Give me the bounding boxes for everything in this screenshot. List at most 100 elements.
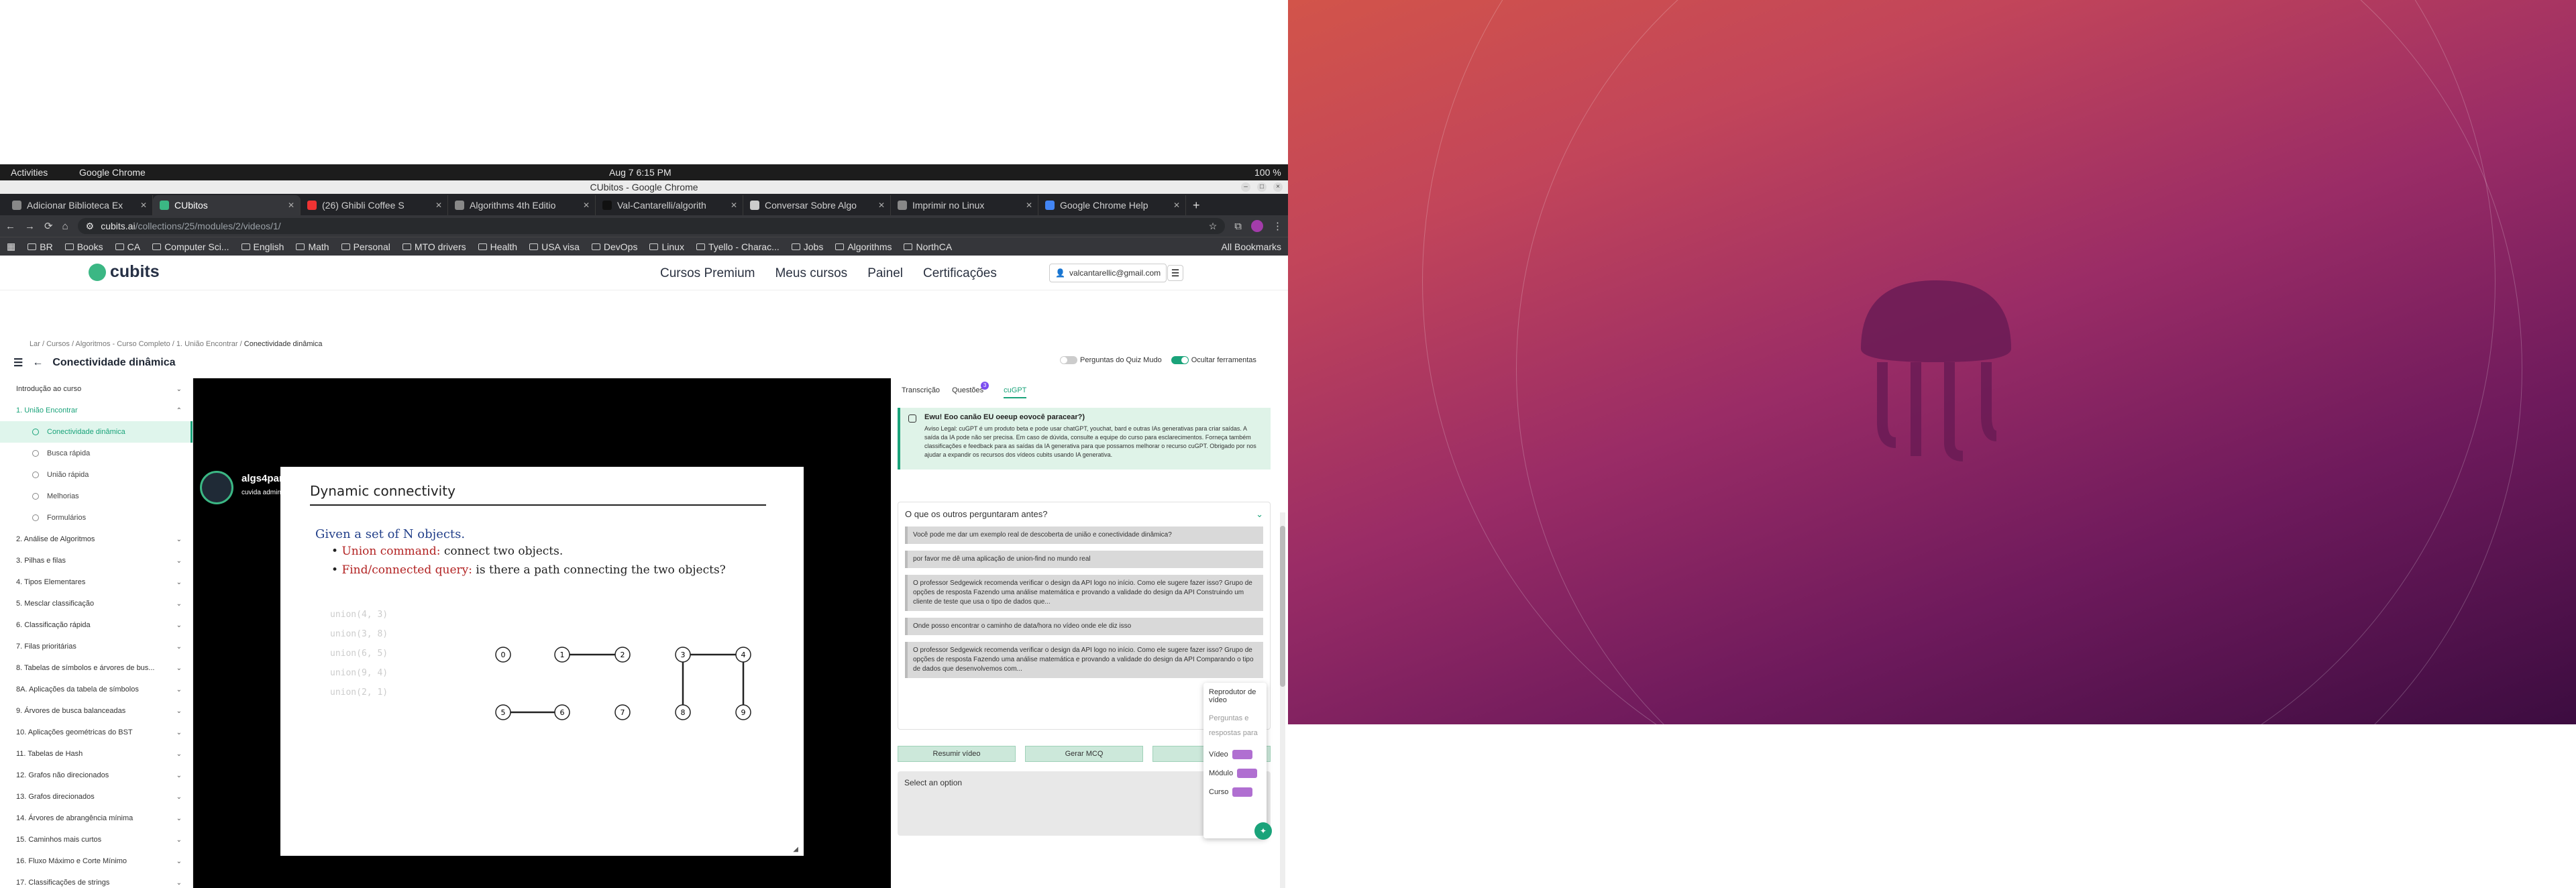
bookmark-star-icon[interactable]: ☆ [1209, 221, 1218, 232]
sidebar-module[interactable]: 8A. Aplicações da tabela de símbolos ⌄ [0, 679, 193, 700]
tab-close-icon[interactable]: ✕ [435, 201, 442, 210]
clock[interactable]: Aug 7 6:15 PM [609, 167, 672, 178]
battery-label[interactable]: 100 % [1254, 167, 1281, 178]
tab-close-icon[interactable]: ✕ [878, 201, 885, 210]
browser-tab[interactable]: Imprimir no Linux ✕ [891, 195, 1038, 215]
faq-question[interactable]: O professor Sedgewick recomenda verifica… [905, 642, 1263, 678]
home-icon[interactable]: ⌂ [62, 221, 68, 232]
bookmark-item[interactable]: CA [115, 241, 140, 252]
bookmark-item[interactable]: English [241, 241, 284, 252]
toggle-switch[interactable] [1060, 356, 1077, 365]
sidebar-module[interactable]: 11. Tabelas de Hash ⌄ [0, 743, 193, 765]
breadcrumb-home[interactable]: Lar [30, 340, 40, 348]
sidebar-module[interactable]: 8. Tabelas de símbolos e árvores de bus.… [0, 657, 193, 679]
nav-dashboard[interactable]: Painel [867, 266, 903, 281]
generate-mcq-button[interactable]: Gerar MCQ [1025, 746, 1143, 762]
sidebar-lesson[interactable]: Melhorias [0, 486, 193, 507]
bookmark-item[interactable]: DevOps [591, 241, 637, 252]
apps-icon[interactable]: ▦ [7, 241, 15, 252]
browser-tab[interactable]: (26) Ghibli Coffee S ✕ [301, 195, 448, 215]
sidebar-module[interactable]: 15. Caminhos mais curtos ⌄ [0, 829, 193, 850]
sidebar-module[interactable]: 14. Árvores de abrangência mínima ⌄ [0, 808, 193, 829]
all-bookmarks-button[interactable]: All Bookmarks [1222, 241, 1281, 252]
user-menu-button[interactable]: 👤 valcantarellic@gmail.com [1049, 264, 1167, 282]
bookmark-item[interactable]: NorthCA [904, 241, 952, 252]
breadcrumb-courses[interactable]: Cursos [46, 340, 70, 348]
tab-close-icon[interactable]: ✕ [583, 201, 590, 210]
bookmark-item[interactable]: Linux [649, 241, 684, 252]
extensions-icon[interactable]: ⧉ [1234, 221, 1242, 232]
bookmark-item[interactable]: Algorithms [835, 241, 892, 252]
chevron-down-icon[interactable]: ⌄ [1256, 509, 1263, 520]
faq-question[interactable]: O professor Sedgewick recomenda verifica… [905, 575, 1263, 611]
nav-certifications[interactable]: Certificações [923, 266, 997, 281]
bookmark-item[interactable]: USA visa [529, 241, 580, 252]
new-tab-button[interactable]: + [1186, 195, 1207, 215]
forward-icon[interactable]: → [25, 221, 35, 232]
sidebar-module[interactable]: 3. Pilhas e filas ⌄ [0, 550, 193, 571]
sidebar-item-module1[interactable]: 1. União Encontrar ⌃ [0, 400, 193, 421]
browser-tab[interactable]: Algorithms 4th Editio ✕ [448, 195, 596, 215]
sidebar-lesson[interactable]: União rápida [0, 464, 193, 486]
sidebar-module[interactable]: 13. Grafos direcionados ⌄ [0, 786, 193, 808]
hamburger-menu-icon[interactable]: ☰ [1167, 265, 1183, 281]
bookmark-item[interactable]: Health [478, 241, 517, 252]
bookmark-item[interactable]: Personal [341, 241, 390, 252]
tab-close-icon[interactable]: ✕ [1026, 201, 1032, 210]
sidebar-module[interactable]: 5. Mesclar classificação ⌄ [0, 593, 193, 614]
browser-tab-active[interactable]: CUbitos ✕ [153, 195, 301, 215]
activities-button[interactable]: Activities [11, 167, 48, 178]
faq-question[interactable]: Você pode me dar um exemplo real de desc… [905, 526, 1263, 544]
toggle-switch[interactable] [1171, 356, 1189, 365]
tab-close-icon[interactable]: ✕ [140, 201, 147, 210]
sidebar-module[interactable]: 16. Fluxo Máximo e Corte Mínimo ⌄ [0, 850, 193, 872]
bookmark-item[interactable]: Books [64, 241, 103, 252]
maximize-icon[interactable]: □ [1257, 182, 1267, 192]
sidebar-module[interactable]: 7. Filas prioritárias ⌄ [0, 636, 193, 657]
bookmark-item[interactable]: BR [28, 241, 53, 252]
sidebar-toggle-icon[interactable]: ☰ [13, 356, 23, 370]
video-player[interactable]: algs4partI_L1-S1 cuvida admin Dynamic co… [193, 378, 891, 888]
dropdown-title[interactable]: Reprodutor de vídeo [1209, 688, 1261, 704]
tab-transcript[interactable]: Transcrição [902, 386, 940, 398]
nav-my-courses[interactable]: Meus cursos [775, 266, 847, 281]
hide-tools-toggle[interactable]: Ocultar ferramentas [1171, 356, 1256, 365]
sidebar-lesson-active[interactable]: Conectividade dinâmica [0, 421, 193, 443]
bookmark-item[interactable]: Jobs [791, 241, 823, 252]
bookmark-item[interactable]: Math [296, 241, 329, 252]
sidebar-module[interactable]: 10. Aplicações geométricas do BST ⌄ [0, 722, 193, 743]
faq-header[interactable]: O que os outros perguntaram antes? ⌄ [905, 509, 1263, 520]
close-icon[interactable]: × [1273, 182, 1283, 192]
breadcrumb-course[interactable]: Algoritmos - Curso Completo [75, 340, 170, 348]
tab-close-icon[interactable]: ✕ [288, 201, 294, 210]
chrome-menu-icon[interactable]: ⋮ [1273, 220, 1283, 232]
sidebar-module[interactable]: 17. Classificações de strings ⌄ [0, 872, 193, 888]
scrollbar-thumb[interactable] [1280, 526, 1285, 687]
minimize-icon[interactable]: – [1241, 182, 1250, 192]
reload-icon[interactable]: ⟳ [44, 220, 53, 232]
breadcrumb-module[interactable]: 1. União Encontrar [176, 340, 238, 348]
tab-questions[interactable]: Questões3 [952, 382, 991, 398]
sidebar-module[interactable]: 4. Tipos Elementares ⌄ [0, 571, 193, 593]
assistant-fab-icon[interactable]: ✦ [1254, 822, 1272, 840]
browser-tab[interactable]: Val-Cantarelli/algorith ✕ [596, 195, 743, 215]
browser-tab[interactable]: Conversar Sobre Algo ✕ [743, 195, 891, 215]
site-info-icon[interactable]: ⚙ [86, 221, 95, 232]
quiz-mute-toggle[interactable]: Perguntas do Quiz Mudo [1060, 356, 1162, 365]
bookmark-item[interactable]: Computer Sci... [152, 241, 229, 252]
sidebar-module[interactable]: 12. Grafos não direcionados ⌄ [0, 765, 193, 786]
address-bar[interactable]: ⚙ cubits.ai/collections/25/modules/2/vid… [77, 218, 1226, 234]
bookmark-item[interactable]: MTO drivers [402, 241, 466, 252]
faq-question[interactable]: por favor me dê uma aplicação de union-f… [905, 551, 1263, 568]
back-arrow-icon[interactable]: ← [32, 357, 43, 369]
faq-question[interactable]: Onde posso encontrar o caminho de data/h… [905, 618, 1263, 635]
profile-avatar[interactable] [1251, 220, 1263, 232]
page-scrollbar[interactable] [1280, 512, 1285, 888]
dropdown-option-course[interactable]: Curso [1209, 787, 1261, 797]
dropdown-option-video[interactable]: Vídeo [1209, 750, 1261, 759]
dropdown-option-module[interactable]: Módulo [1209, 769, 1261, 778]
summarize-video-button[interactable]: Resumir vídeo [898, 746, 1016, 762]
sidebar-module[interactable]: 6. Classificação rápida ⌄ [0, 614, 193, 636]
nav-premium-courses[interactable]: Cursos Premium [660, 266, 755, 281]
back-icon[interactable]: ← [5, 221, 15, 232]
